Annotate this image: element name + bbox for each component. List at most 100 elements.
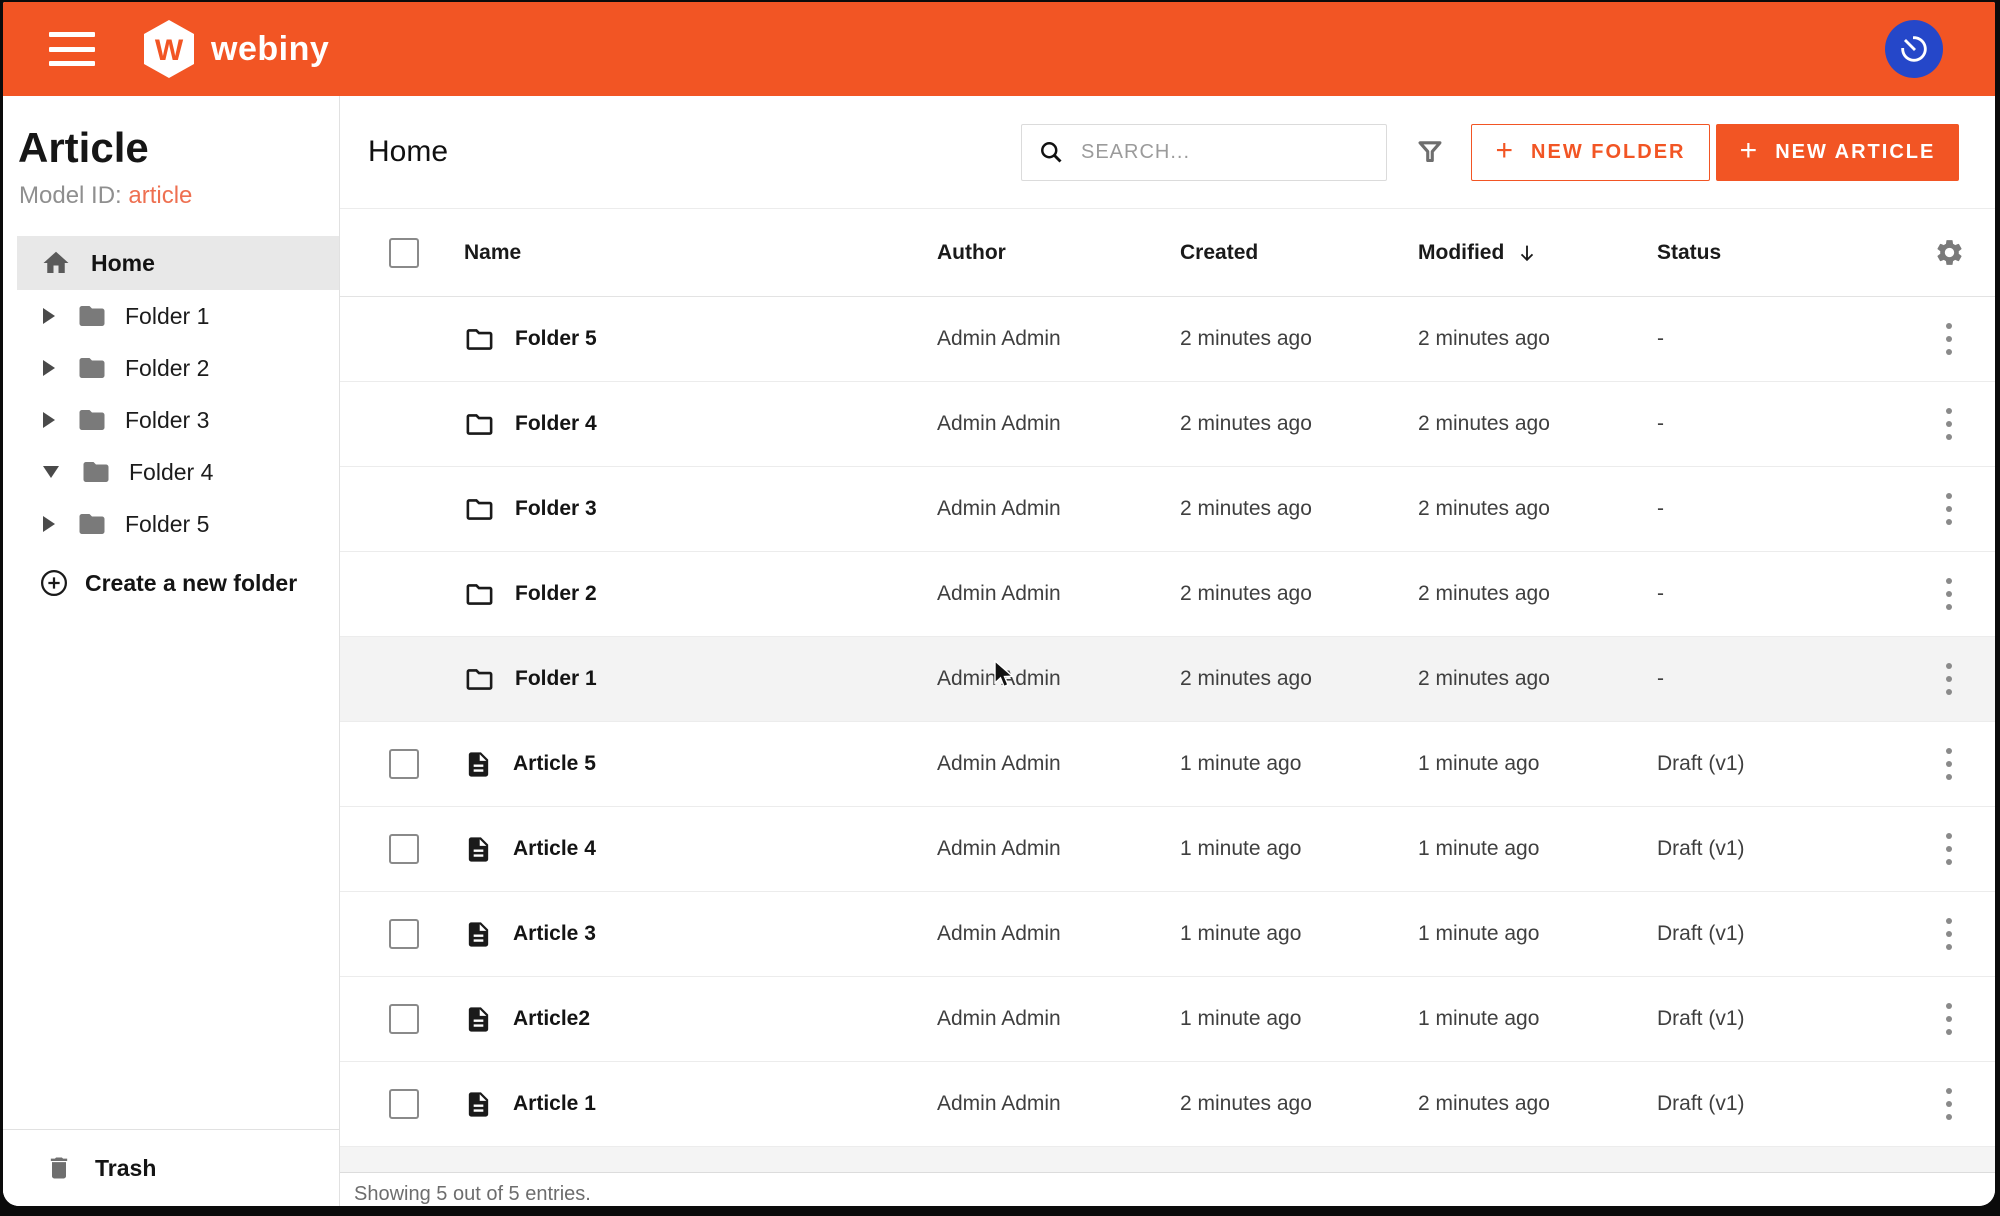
row-actions-menu-icon[interactable]: [1940, 742, 1958, 786]
cell-created: 2 minutes ago: [1180, 327, 1418, 351]
trash-button[interactable]: Trash: [3, 1129, 339, 1206]
create-new-folder-label: Create a new folder: [85, 570, 297, 597]
chevron-right-icon[interactable]: [43, 360, 55, 376]
table-row-article-2[interactable]: Article2 Admin Admin 1 minute ago 1 minu…: [340, 977, 1995, 1062]
column-header-created[interactable]: Created: [1180, 241, 1418, 265]
table-row-folder-3[interactable]: Folder 3 Admin Admin 2 minutes ago 2 min…: [340, 467, 1995, 552]
row-actions-menu-icon[interactable]: [1940, 487, 1958, 531]
tree-folder-label: Folder 1: [125, 303, 209, 330]
cell-author: Admin Admin: [937, 667, 1180, 691]
hamburger-menu-icon[interactable]: [49, 32, 95, 66]
chevron-right-icon[interactable]: [43, 516, 55, 532]
top-bar: W webiny: [3, 2, 1995, 96]
table-row-article-3[interactable]: Article 3 Admin Admin 1 minute ago 1 min…: [340, 892, 1995, 977]
cell-status: -: [1657, 667, 1903, 691]
model-title: Article: [18, 124, 339, 172]
chevron-right-icon[interactable]: [43, 412, 55, 428]
cell-status: -: [1657, 497, 1903, 521]
document-icon: [464, 749, 493, 780]
table-row-folder-5[interactable]: Folder 5 Admin Admin 2 minutes ago 2 min…: [340, 297, 1995, 382]
search-box[interactable]: [1021, 124, 1387, 181]
column-header-modified[interactable]: Modified: [1418, 241, 1657, 265]
screen: W webiny Article Model ID: article: [0, 0, 2000, 1216]
cell-status: Draft (v1): [1657, 837, 1903, 861]
column-header-status[interactable]: Status: [1657, 241, 1903, 265]
tree-item-folder-3[interactable]: Folder 3: [3, 394, 339, 446]
row-actions-menu-icon[interactable]: [1940, 657, 1958, 701]
webiny-logo: W webiny: [141, 19, 329, 79]
brand-name: webiny: [211, 30, 329, 69]
cell-status: Draft (v1): [1657, 1092, 1903, 1116]
table-settings-button[interactable]: [1934, 237, 1965, 268]
cell-created: 1 minute ago: [1180, 1007, 1418, 1031]
chevron-right-icon[interactable]: [43, 308, 55, 324]
model-id: Model ID: article: [19, 182, 339, 210]
user-avatar[interactable]: [1885, 20, 1943, 78]
table-row-folder-1[interactable]: Folder 1 Admin Admin 2 minutes ago 2 min…: [340, 637, 1995, 722]
folder-icon: [81, 457, 111, 487]
chevron-down-icon[interactable]: [43, 466, 59, 478]
tree-item-home[interactable]: Home: [17, 236, 339, 290]
table-row-article-4[interactable]: Article 4 Admin Admin 1 minute ago 1 min…: [340, 807, 1995, 892]
cell-author: Admin Admin: [937, 497, 1180, 521]
tree-item-folder-4[interactable]: Folder 4: [3, 446, 339, 498]
content-area: Home +: [340, 96, 1995, 1206]
select-all-checkbox[interactable]: [389, 238, 419, 268]
row-actions-menu-icon[interactable]: [1940, 827, 1958, 871]
cell-author: Admin Admin: [937, 837, 1180, 861]
table-row-folder-4[interactable]: Folder 4 Admin Admin 2 minutes ago 2 min…: [340, 382, 1995, 467]
column-header-author[interactable]: Author: [937, 241, 1180, 265]
row-actions-menu-icon[interactable]: [1940, 912, 1958, 956]
cell-modified: 1 minute ago: [1418, 1007, 1657, 1031]
cell-modified: 1 minute ago: [1418, 922, 1657, 946]
row-checkbox[interactable]: [389, 1004, 419, 1034]
app-window: W webiny Article Model ID: article: [3, 2, 1995, 1206]
cell-modified: 2 minutes ago: [1418, 667, 1657, 691]
cell-author: Admin Admin: [937, 412, 1180, 436]
document-icon: [464, 1004, 493, 1035]
svg-text:W: W: [155, 34, 184, 67]
cell-created: 2 minutes ago: [1180, 582, 1418, 606]
cell-author: Admin Admin: [937, 327, 1180, 351]
main-layout: Article Model ID: article Home Fo: [3, 96, 1995, 1206]
page-title: Home: [368, 135, 448, 169]
search-input[interactable]: [1079, 140, 1386, 165]
new-folder-label: NEW FOLDER: [1531, 141, 1685, 164]
folder-icon: [77, 353, 107, 383]
cell-author: Admin Admin: [937, 922, 1180, 946]
document-icon: [464, 834, 493, 865]
trash-label: Trash: [95, 1155, 156, 1182]
row-checkbox[interactable]: [389, 834, 419, 864]
table-footer: Showing 5 out of 5 entries.: [340, 1173, 1995, 1206]
new-article-button[interactable]: + NEW ARTICLE: [1716, 124, 1959, 181]
row-checkbox[interactable]: [389, 1089, 419, 1119]
folder-outline-icon: [464, 409, 495, 440]
table-row-folder-2[interactable]: Folder 2 Admin Admin 2 minutes ago 2 min…: [340, 552, 1995, 637]
row-actions-menu-icon[interactable]: [1940, 997, 1958, 1041]
tree-item-folder-5[interactable]: Folder 5: [3, 498, 339, 550]
tree-item-folder-1[interactable]: Folder 1: [3, 290, 339, 342]
tree-folder-label: Folder 2: [125, 355, 209, 382]
sidebar: Article Model ID: article Home Fo: [3, 96, 340, 1206]
folder-icon: [77, 509, 107, 539]
model-id-value: article: [128, 182, 192, 209]
row-actions-menu-icon[interactable]: [1940, 317, 1958, 361]
cell-author: Admin Admin: [937, 1007, 1180, 1031]
row-actions-menu-icon[interactable]: [1940, 572, 1958, 616]
gear-icon: [1934, 237, 1965, 268]
row-checkbox[interactable]: [389, 749, 419, 779]
row-checkbox[interactable]: [389, 919, 419, 949]
table-row-article-5[interactable]: Article 5 Admin Admin 1 minute ago 1 min…: [340, 722, 1995, 807]
table-row-article-1[interactable]: Article 1 Admin Admin 2 minutes ago 2 mi…: [340, 1062, 1995, 1147]
row-actions-menu-icon[interactable]: [1940, 402, 1958, 446]
toolbar-actions: + NEW FOLDER + NEW ARTICLE: [1021, 124, 1959, 181]
column-header-name[interactable]: Name: [464, 241, 937, 265]
filter-button[interactable]: [1413, 135, 1447, 169]
create-new-folder-button[interactable]: Create a new folder: [39, 568, 339, 598]
new-folder-button[interactable]: + NEW FOLDER: [1471, 124, 1710, 181]
plus-circle-icon: [39, 568, 69, 598]
toolbar: Home +: [340, 96, 1995, 209]
row-actions-menu-icon[interactable]: [1940, 1082, 1958, 1126]
horizontal-scrollbar-track[interactable]: [340, 1147, 1995, 1173]
tree-item-folder-2[interactable]: Folder 2: [3, 342, 339, 394]
